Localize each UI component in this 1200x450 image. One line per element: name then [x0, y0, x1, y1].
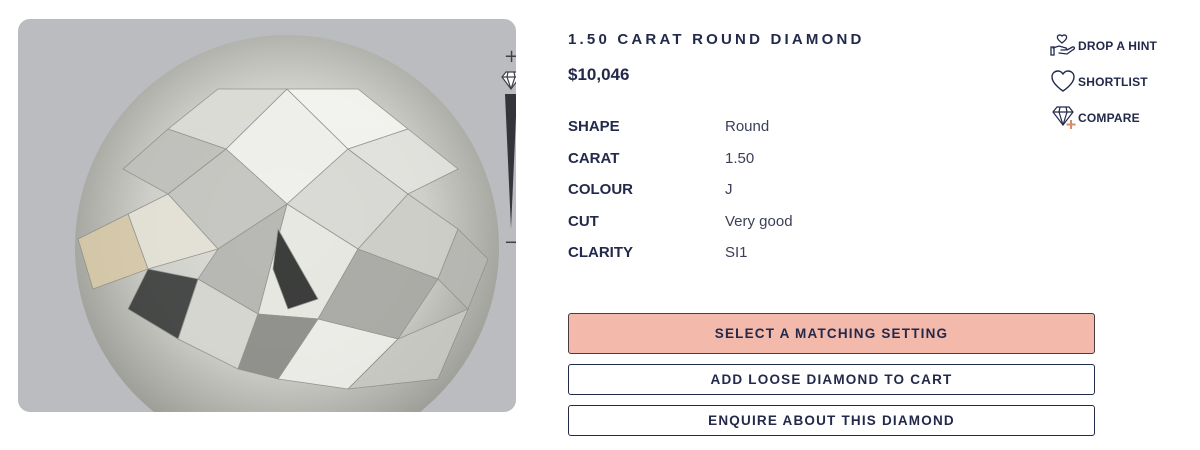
enquire-button[interactable]: ENQUIRE ABOUT THIS DIAMOND — [568, 405, 1095, 436]
spec-value: Very good — [725, 212, 793, 230]
shortlist-link[interactable]: SHORTLIST — [1050, 64, 1157, 100]
zoom-slider[interactable] — [496, 69, 516, 234]
spec-row-colour: COLOUR J — [568, 181, 928, 213]
spec-value: J — [725, 181, 733, 198]
heart-icon — [1051, 70, 1075, 92]
hand-heart-icon — [1050, 34, 1076, 56]
spec-row-shape: SHAPE Round — [568, 118, 928, 150]
drop-a-hint-label: DROP A HINT — [1078, 39, 1158, 53]
spec-value: SI1 — [725, 244, 748, 261]
spec-row-clarity: CLARITY SI1 — [568, 244, 928, 276]
product-price: $10,046 — [568, 65, 630, 84]
shortlist-label: SHORTLIST — [1078, 75, 1148, 89]
spec-list: SHAPE Round CARAT 1.50 COLOUR J CUT Very… — [568, 118, 928, 276]
spec-label: CARAT — [568, 149, 620, 167]
diamond-image-viewer[interactable]: + − — [18, 19, 516, 412]
drop-a-hint-link[interactable]: DROP A HINT — [1050, 28, 1157, 64]
spec-label: CUT — [568, 212, 599, 230]
diamond-image — [75, 35, 499, 412]
zoom-out-button[interactable]: − — [504, 234, 516, 252]
side-actions: DROP A HINT SHORTLIST COMPARE — [1050, 28, 1157, 136]
spec-row-cut: CUT Very good — [568, 213, 928, 245]
spec-label: CLARITY — [568, 244, 633, 261]
diamond-plus-icon — [1052, 106, 1076, 129]
select-matching-setting-button[interactable]: SELECT A MATCHING SETTING — [568, 313, 1095, 354]
add-to-cart-button[interactable]: ADD LOOSE DIAMOND TO CART — [568, 364, 1095, 395]
compare-label: COMPARE — [1078, 111, 1140, 125]
spec-label: COLOUR — [568, 181, 633, 198]
compare-link[interactable]: COMPARE — [1050, 100, 1157, 136]
product-title: 1.50 CARAT ROUND DIAMOND — [568, 31, 865, 48]
zoom-in-button[interactable]: + — [504, 48, 516, 66]
spec-label: SHAPE — [568, 118, 620, 135]
spec-value: 1.50 — [725, 149, 755, 167]
diamond-zoom-icon — [501, 71, 516, 90]
spec-value: Round — [725, 118, 770, 135]
spec-row-carat: CARAT 1.50 — [568, 150, 928, 182]
